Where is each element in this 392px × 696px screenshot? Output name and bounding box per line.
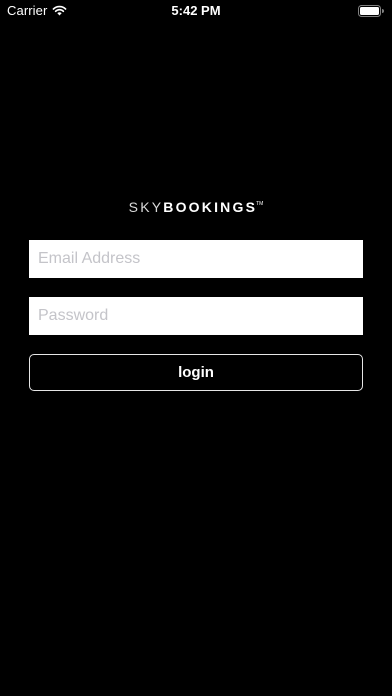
email-field[interactable]: [29, 240, 363, 278]
status-bar: Carrier 5:42 PM: [0, 0, 392, 22]
status-time: 5:42 PM: [171, 3, 221, 18]
skybookings-logo: SKYBOOKINGSTM: [0, 199, 392, 215]
battery-icon: [358, 5, 384, 17]
login-button[interactable]: login: [29, 354, 363, 391]
logo-sky: SKY: [128, 199, 164, 215]
logo-bookings: BOOKINGS: [163, 199, 258, 215]
logo-trademark: TM: [256, 201, 264, 207]
password-field[interactable]: [29, 297, 363, 335]
